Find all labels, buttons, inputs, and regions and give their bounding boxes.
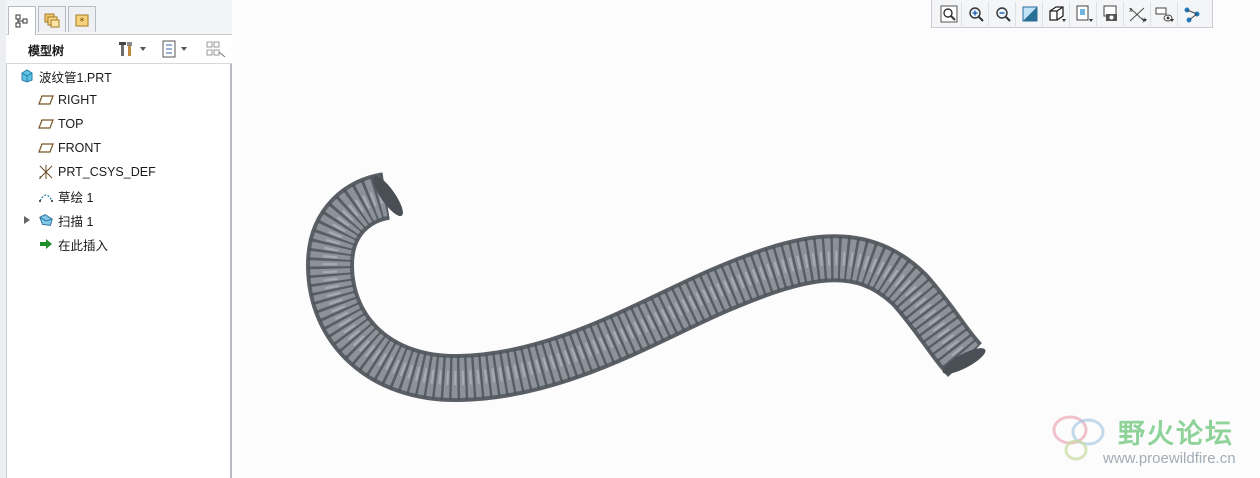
zoom-in-icon bbox=[968, 6, 984, 22]
spin-center-button[interactable] bbox=[1179, 2, 1205, 26]
datum-plane-icon bbox=[38, 92, 54, 108]
tree-item-insert-here[interactable]: 在此插入 bbox=[6, 232, 230, 256]
chevron-down-icon bbox=[140, 47, 146, 51]
settings-dropdown-button[interactable] bbox=[118, 40, 146, 58]
zoom-out-icon bbox=[995, 6, 1011, 22]
watermark-title: 野火论坛 bbox=[1118, 419, 1234, 450]
tab-model-tree[interactable] bbox=[8, 6, 36, 35]
tree-item-label: 波纹管1.PRT bbox=[39, 70, 112, 85]
sketch-icon bbox=[38, 188, 54, 204]
refit-icon bbox=[940, 5, 957, 22]
perspective-icon bbox=[1103, 5, 1117, 21]
saved-views-button[interactable] bbox=[1071, 1, 1097, 26]
model-tree: 波纹管1.PRT RIGHT TOP FRONT z PRT_CSYS_DEF … bbox=[6, 64, 230, 256]
tree-item-sweep[interactable]: 扫描 1 bbox=[6, 208, 230, 232]
repaint-button[interactable] bbox=[1017, 1, 1043, 26]
model-tree-header: 模型树 bbox=[6, 35, 232, 64]
svg-text:x: x bbox=[1129, 7, 1133, 14]
chevron-down-icon bbox=[181, 47, 187, 51]
graphics-viewport[interactable] bbox=[234, 28, 1260, 478]
folder-browser-icon bbox=[44, 13, 60, 27]
tree-item-sketch[interactable]: 草绘 1 bbox=[6, 184, 230, 208]
zoom-in-button[interactable] bbox=[963, 1, 989, 26]
tree-item-part[interactable]: 波纹管1.PRT bbox=[6, 64, 230, 88]
csys-icon: z bbox=[38, 164, 54, 181]
zoom-out-button[interactable] bbox=[990, 1, 1016, 26]
datum-display-button[interactable]: x y bbox=[1125, 1, 1151, 26]
list-icon bbox=[162, 40, 176, 58]
datum-display-icon: x y bbox=[1129, 7, 1147, 23]
view-toolbar: x y bbox=[931, 0, 1213, 28]
favorites-icon: * bbox=[75, 14, 89, 27]
repaint-icon bbox=[1022, 6, 1037, 21]
perspective-button[interactable] bbox=[1098, 1, 1124, 26]
column-display-button[interactable] bbox=[206, 40, 226, 58]
svg-text:z: z bbox=[39, 175, 42, 181]
annotation-display-icon bbox=[1155, 7, 1174, 22]
tree-item-label: 扫描 1 bbox=[58, 214, 94, 229]
sweep-icon bbox=[38, 212, 54, 228]
annotation-display-button[interactable] bbox=[1152, 1, 1178, 26]
tools-icon bbox=[119, 42, 132, 56]
datum-plane-icon bbox=[38, 116, 54, 132]
insert-here-icon bbox=[38, 236, 54, 252]
navigator-panel: * 模型树 波纹管1.PRT RIGHT TOP FRONT z PRT_CSY… bbox=[0, 0, 232, 478]
tree-item-label: 草绘 1 bbox=[58, 190, 94, 205]
expand-arrow-icon[interactable] bbox=[24, 216, 30, 224]
part-icon bbox=[19, 68, 35, 84]
watermark-url: www.proewildfire.cn bbox=[1103, 450, 1236, 467]
model-tree-title: 模型树 bbox=[28, 44, 65, 58]
tree-item-label: 在此插入 bbox=[58, 238, 109, 253]
show-dropdown-button[interactable] bbox=[161, 40, 187, 58]
display-style-icon bbox=[1048, 5, 1066, 22]
spin-center-icon bbox=[1184, 7, 1200, 22]
tree-item-label: FRONT bbox=[58, 141, 102, 155]
column-display-icon bbox=[206, 41, 226, 58]
display-style-button[interactable] bbox=[1044, 1, 1070, 26]
refit-button[interactable] bbox=[936, 1, 962, 26]
tree-item-front[interactable]: FRONT bbox=[6, 136, 230, 160]
tab-folder-browser[interactable] bbox=[38, 6, 66, 32]
model-tree-icon bbox=[15, 14, 28, 28]
tree-item-label: TOP bbox=[58, 117, 84, 131]
tree-item-label: PRT_CSYS_DEF bbox=[58, 165, 156, 179]
tree-item-top[interactable]: TOP bbox=[6, 112, 230, 136]
tab-favorites[interactable]: * bbox=[68, 6, 96, 32]
tree-item-right[interactable]: RIGHT bbox=[6, 88, 230, 112]
datum-plane-icon bbox=[38, 140, 54, 156]
saved-views-icon bbox=[1076, 5, 1093, 22]
svg-text:*: * bbox=[80, 17, 85, 27]
tree-item-csys[interactable]: z PRT_CSYS_DEF bbox=[6, 160, 230, 184]
tree-item-label: RIGHT bbox=[58, 93, 97, 107]
navigator-tabstrip: * bbox=[6, 0, 232, 35]
